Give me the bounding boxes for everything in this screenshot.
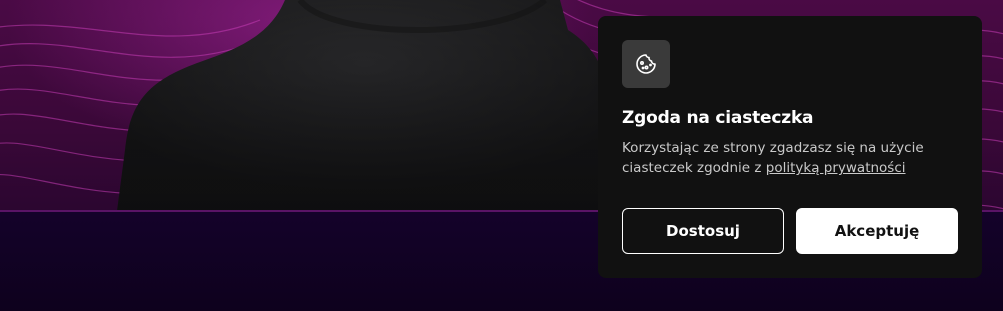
- privacy-policy-link[interactable]: polityką prywatności: [766, 160, 906, 176]
- page: Zgoda na ciasteczka Korzystając ze stron…: [0, 0, 1003, 311]
- cookie-icon-container: [622, 40, 670, 88]
- dialog-description: Korzystając ze strony zgadzasz się na uż…: [622, 138, 958, 178]
- customize-button[interactable]: Dostosuj: [622, 208, 784, 254]
- cookie-consent-dialog: Zgoda na ciasteczka Korzystając ze stron…: [598, 16, 982, 278]
- accept-button[interactable]: Akceptuję: [796, 208, 958, 254]
- dialog-title: Zgoda na ciasteczka: [622, 108, 814, 128]
- dialog-actions: Dostosuj Akceptuję: [622, 208, 958, 254]
- cookie-icon: [636, 54, 656, 74]
